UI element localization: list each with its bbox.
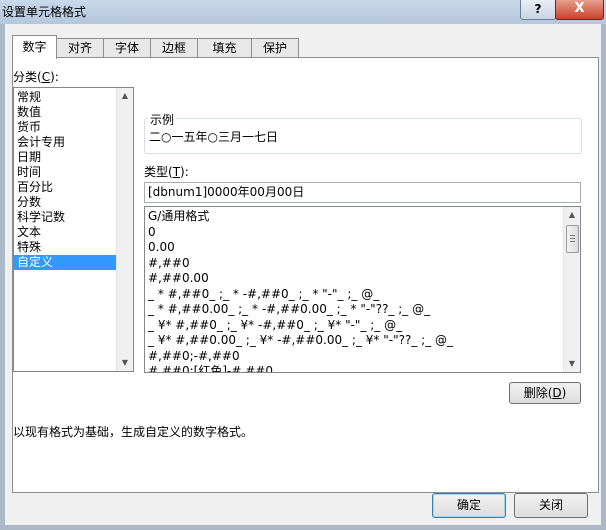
description-text: 以现有格式为基础，生成自定义的数字格式。 — [13, 425, 254, 439]
tab-font[interactable]: 字体 — [103, 38, 151, 58]
tab-protection[interactable]: 保护 — [251, 38, 299, 58]
category-label: 分类(C): — [13, 70, 59, 84]
list-item[interactable]: _ * #,##0.00_ ;_ * -#,##0.00_ ;_ * "-"??… — [145, 302, 580, 318]
list-item[interactable]: _ ¥* #,##0_ ;_ ¥* -#,##0_ ;_ ¥* "-"_ ;_ … — [145, 318, 580, 334]
delete-button[interactable]: 删除(D) — [509, 382, 581, 404]
sample-value: 二○一五年○三月一七日 — [149, 130, 278, 144]
list-item[interactable]: 0.00 — [145, 240, 580, 256]
scroll-up-arrow-icon[interactable]: ▲ — [564, 207, 580, 223]
scroll-down-arrow-icon[interactable]: ▼ — [564, 356, 580, 372]
list-item[interactable]: #,##0;[红色]-#,##0 — [145, 364, 580, 372]
list-item[interactable]: #,##0.00 — [145, 271, 580, 287]
window-title: 设置单元格格式 — [2, 5, 87, 19]
category-list[interactable]: 常规 数值 货币 会计专用 日期 时间 百分比 分数 科学记数 文本 特殊 自定… — [13, 87, 134, 372]
format-scrollbar[interactable]: ▲ ▼ — [563, 207, 580, 372]
category-scrollbar[interactable]: ▲ ▼ — [116, 88, 133, 371]
scroll-up-arrow-icon[interactable]: ▲ — [117, 88, 133, 104]
tab-fill[interactable]: 填充 — [197, 38, 252, 58]
scroll-down-arrow-icon[interactable]: ▼ — [117, 355, 133, 371]
close-button[interactable]: 关闭 — [514, 493, 588, 518]
number-tab-panel: 分类(C): 常规 数值 货币 会计专用 日期 时间 百分比 分数 科学记数 文… — [12, 57, 599, 493]
list-item[interactable]: #,##0 — [145, 256, 580, 272]
help-button[interactable]: ? — [520, 0, 556, 20]
list-item[interactable]: _ * #,##0_ ;_ * -#,##0_ ;_ * "-"_ ;_ @_ — [145, 287, 580, 303]
title-bar: 设置单元格格式 ? X — [0, 0, 606, 24]
format-list[interactable]: G/通用格式 0 0.00 #,##0 #,##0.00 _ * #,##0_ … — [144, 206, 581, 373]
tab-number[interactable]: 数字 — [12, 35, 57, 59]
scroll-thumb[interactable] — [566, 225, 579, 253]
ok-button[interactable]: 确定 — [432, 493, 506, 518]
sample-groupbox: 二○一五年○三月一七日 — [144, 118, 582, 154]
list-item[interactable]: 0 — [145, 225, 580, 241]
type-input[interactable]: [dbnum1]0000年00月00日 — [144, 182, 581, 203]
list-item[interactable]: #,##0;-#,##0 — [145, 349, 580, 365]
sample-label: 示例 — [148, 111, 177, 128]
close-window-button[interactable]: X — [555, 0, 604, 20]
list-item[interactable]: G/通用格式 — [145, 209, 580, 225]
tab-border[interactable]: 边框 — [150, 38, 198, 58]
tab-alignment[interactable]: 对齐 — [56, 38, 104, 58]
list-item[interactable]: _ ¥* #,##0.00_ ;_ ¥* -#,##0.00_ ;_ ¥* "-… — [145, 333, 580, 349]
dialog-body: 数字 对齐 字体 边框 填充 保护 分类(C): 常规 数值 货币 会计专用 日… — [5, 24, 601, 525]
type-label: 类型(T): — [144, 165, 189, 179]
